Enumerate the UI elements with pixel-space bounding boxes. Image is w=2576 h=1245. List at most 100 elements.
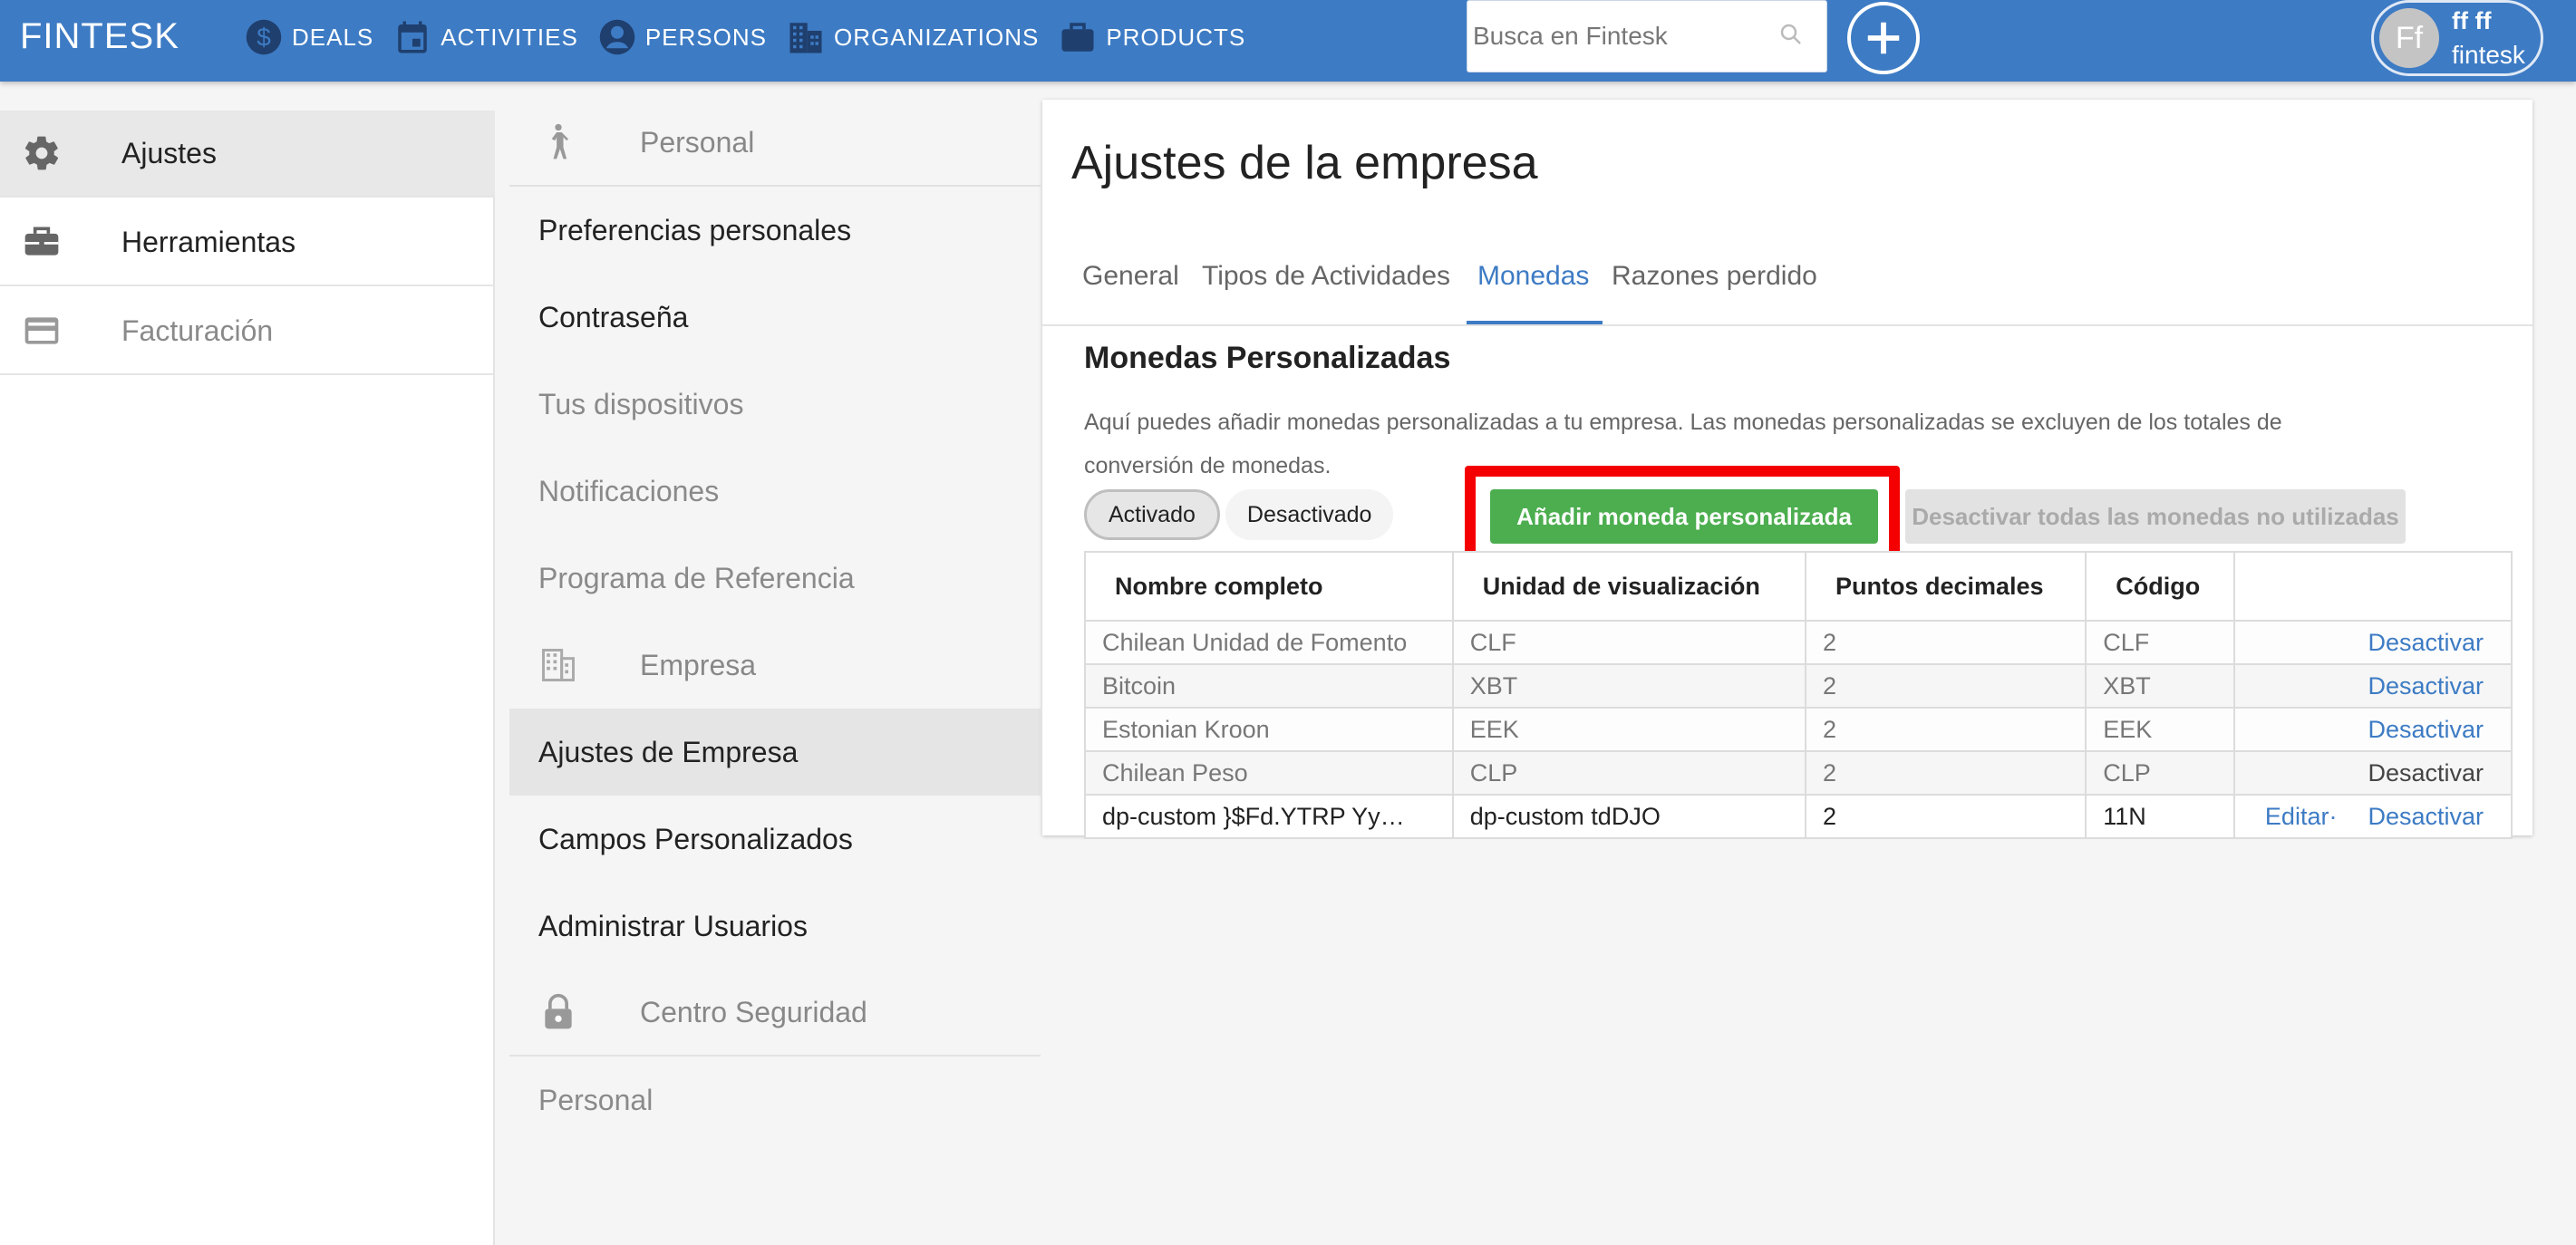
submenu-header-label: Personal xyxy=(640,125,755,159)
top-bar: FINTESK $ DEALS ACTIVITIES PERSONS ORGAN… xyxy=(0,0,2576,82)
table-row: dp-custom }$Fd.YTRP Yy… dp-custom tdDJO … xyxy=(1084,794,2513,839)
submenu-item-seguridad-personal[interactable]: Personal xyxy=(509,1057,1041,1144)
submenu-item-dispositivos[interactable]: Tus dispositivos xyxy=(509,361,1041,448)
table-row: Chilean Peso CLP 2 CLP Desactivar xyxy=(1084,750,2513,796)
submenu-header-seguridad: Centro Seguridad xyxy=(509,970,1041,1057)
edit-link[interactable]: Editar· xyxy=(2265,803,2338,830)
sidebar-item-facturacion[interactable]: Facturación xyxy=(0,288,495,375)
submenu-item-label: Personal xyxy=(538,1083,654,1116)
filter-desactivado[interactable]: Desactivado xyxy=(1225,489,1394,540)
submenu-item-notificaciones[interactable]: Notificaciones xyxy=(509,448,1041,535)
search-input[interactable] xyxy=(1467,22,1758,51)
sidebar-item-label: Herramientas xyxy=(121,225,296,258)
company-settings-card: Ajustes de la empresa General Tipos de A… xyxy=(1042,100,2532,839)
submenu-item-label: Programa de Referencia xyxy=(538,561,855,594)
plus-icon xyxy=(1867,22,1900,54)
submenu-item-label: Tus dispositivos xyxy=(538,387,744,420)
column-header xyxy=(2233,551,2513,622)
table-row: Bitcoin XBT 2 XBT Desactivar xyxy=(1084,663,2513,709)
deactivate-link[interactable]: Desactivar xyxy=(2368,629,2484,656)
deactivate-link[interactable]: Desactivar xyxy=(2368,803,2484,830)
nav-persons-label: PERSONS xyxy=(644,23,767,51)
add-custom-currency-button[interactable]: Añadir moneda personalizada xyxy=(1490,489,1878,544)
add-button[interactable] xyxy=(1847,2,1920,74)
lock-icon xyxy=(545,993,572,1029)
table-header-row: Nombre completo Unidad de visualización … xyxy=(1084,551,2513,622)
nav-products-label: PRODUCTS xyxy=(1106,23,1246,51)
sidebar-item-ajustes[interactable]: Ajustes xyxy=(0,111,495,198)
calendar-icon xyxy=(398,21,428,53)
submenu-header-label: Centro Seguridad xyxy=(640,995,867,1028)
deactivate-link[interactable]: Desactivar xyxy=(2368,716,2484,743)
building-icon xyxy=(542,649,575,681)
deactivate-link[interactable]: Desactivar xyxy=(2368,759,2484,787)
cell-actions: Desactivar xyxy=(2233,707,2513,752)
nav-products[interactable]: PRODUCTS xyxy=(1059,18,1245,56)
tab-general[interactable]: General xyxy=(1082,261,1179,292)
nav-activities[interactable]: ACTIVITIES xyxy=(393,18,578,56)
submenu-item-referencia[interactable]: Programa de Referencia xyxy=(509,535,1041,622)
cell-name: Bitcoin xyxy=(1084,663,1454,709)
cell-actions: Desactivar xyxy=(2233,620,2513,665)
nav-persons[interactable]: PERSONS xyxy=(598,18,767,56)
sidebar-item-herramientas[interactable]: Herramientas xyxy=(0,199,495,286)
submenu-item-campos[interactable]: Campos Personalizados xyxy=(509,796,1041,883)
submenu-header-label: Empresa xyxy=(640,648,757,681)
submenu-item-contrasena[interactable]: Contraseña xyxy=(509,274,1041,361)
search-icon[interactable] xyxy=(1777,21,1805,48)
table-row: Estonian Kroon EEK 2 EEK Desactivar xyxy=(1084,707,2513,752)
settings-sidebar: Ajustes Herramientas Facturación xyxy=(0,111,495,1245)
user-menu[interactable]: Ff ff ff fintesk xyxy=(2371,0,2543,76)
submenu-header-personal: Personal xyxy=(509,100,1041,187)
submenu-item-usuarios[interactable]: Administrar Usuarios xyxy=(509,883,1041,970)
submenu-item-label: Administrar Usuarios xyxy=(538,909,808,942)
cell-code: 11N xyxy=(2085,794,2236,839)
active-tab-indicator xyxy=(1467,321,1603,324)
briefcase-icon xyxy=(1061,23,1094,52)
nav-organizations[interactable]: ORGANIZATIONS xyxy=(787,18,1039,56)
brand-logo[interactable]: FINTESK xyxy=(20,16,179,57)
page-title: Ajustes de la empresa xyxy=(1071,137,1538,189)
tab-tipos-actividades[interactable]: Tipos de Actividades xyxy=(1202,261,1450,292)
person-walking-icon xyxy=(551,123,568,159)
nav-activities-label: ACTIVITIES xyxy=(441,23,578,51)
avatar: Ff xyxy=(2379,8,2439,68)
user-org: fintesk xyxy=(2452,41,2525,69)
cell-decimals: 2 xyxy=(1804,794,2087,839)
submenu-item-preferencias[interactable]: Preferencias personales xyxy=(509,187,1041,274)
dollar-circle-icon: $ xyxy=(246,19,282,55)
deactivate-unused-button[interactable]: Desactivar todas las monedas no utilizad… xyxy=(1905,489,2406,544)
deactivate-link[interactable]: Desactivar xyxy=(2368,672,2484,700)
cell-code: CLF xyxy=(2085,620,2236,665)
submenu-item-ajustes-empresa[interactable]: Ajustes de Empresa xyxy=(509,709,1041,796)
cell-unit: dp-custom tdDJO xyxy=(1451,794,1806,839)
person-circle-icon xyxy=(599,19,635,55)
cell-actions: Desactivar xyxy=(2233,663,2513,709)
nav-deals[interactable]: $ DEALS xyxy=(245,18,373,56)
cell-name: Chilean Peso xyxy=(1084,750,1454,796)
column-header: Puntos decimales xyxy=(1804,551,2087,622)
column-header: Nombre completo xyxy=(1084,551,1454,622)
cell-unit: XBT xyxy=(1451,663,1806,709)
cell-decimals: 2 xyxy=(1804,663,2087,709)
cell-name: Estonian Kroon xyxy=(1084,707,1454,752)
cell-name: dp-custom }$Fd.YTRP Yy… xyxy=(1084,794,1454,839)
cell-code: CLP xyxy=(2085,750,2236,796)
cell-decimals: 2 xyxy=(1804,707,2087,752)
cell-actions: Desactivar xyxy=(2233,750,2513,796)
column-header: Unidad de visualización xyxy=(1451,551,1806,622)
table-row: Chilean Unidad de Fomento CLF 2 CLF Desa… xyxy=(1084,620,2513,665)
tab-razones-perdido[interactable]: Razones perdido xyxy=(1612,261,1817,292)
tab-monedas[interactable]: Monedas xyxy=(1477,261,1589,292)
nav-deals-label: DEALS xyxy=(292,23,374,51)
user-name: ff ff xyxy=(2452,7,2492,34)
submenu-item-label: Ajustes de Empresa xyxy=(538,735,799,768)
cell-decimals: 2 xyxy=(1804,620,2087,665)
cell-code: XBT xyxy=(2085,663,2236,709)
cell-actions: Editar· Desactivar xyxy=(2233,794,2513,839)
filter-activado[interactable]: Activado xyxy=(1084,489,1220,540)
nav-organizations-label: ORGANIZATIONS xyxy=(834,23,1040,51)
cell-name: Chilean Unidad de Fomento xyxy=(1084,620,1454,665)
credit-card-icon xyxy=(24,317,59,344)
cell-unit: EEK xyxy=(1451,707,1806,752)
